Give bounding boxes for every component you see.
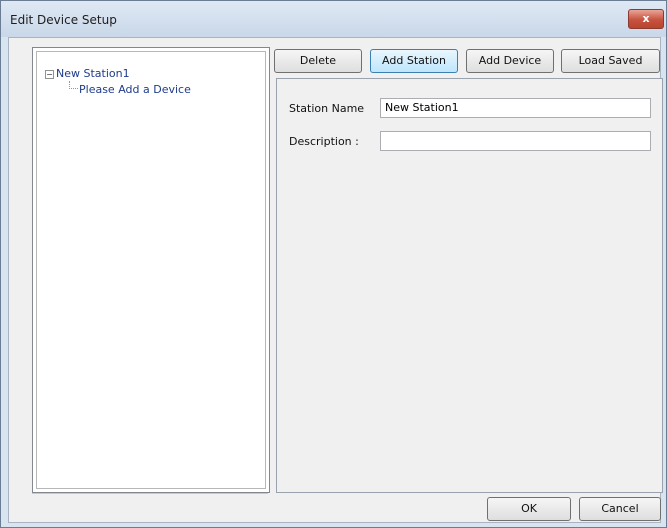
collapse-icon[interactable]: − <box>45 69 54 79</box>
panel-splitter <box>32 493 268 494</box>
cancel-button[interactable]: Cancel <box>579 497 661 521</box>
ok-button[interactable]: OK <box>487 497 571 521</box>
station-properties-panel: Station Name New Station1 Description : <box>276 78 663 493</box>
tree-node-station-label: New Station1 <box>56 67 130 80</box>
load-saved-device-button[interactable]: Load Saved Device <box>561 49 660 89</box>
close-icon[interactable]: x <box>628 9 664 29</box>
tree-node-device-placeholder[interactable]: Please Add a Device <box>79 83 191 96</box>
add-device-button[interactable]: Add Device <box>466 49 554 73</box>
device-tree[interactable]: − New Station1 Please Add a Device <box>32 47 270 493</box>
window-title: Edit Device Setup <box>10 13 117 27</box>
station-name-label: Station Name <box>289 102 365 115</box>
description-input[interactable] <box>380 131 651 151</box>
tree-connector-line <box>69 81 78 89</box>
station-name-input[interactable]: New Station1 <box>380 98 651 118</box>
dialog-client-area: − New Station1 Please Add a Device Delete… <box>8 37 663 523</box>
add-station-button[interactable]: Add Station <box>370 49 458 73</box>
tree-node-station[interactable]: − New Station1 <box>45 67 130 80</box>
edit-device-setup-dialog: Edit Device Setup x − New Station1 Please… <box>0 0 667 528</box>
tree-frame <box>36 51 266 489</box>
delete-button[interactable]: Delete <box>274 49 362 73</box>
title-bar[interactable]: Edit Device Setup x <box>1 1 666 37</box>
description-label: Description : <box>289 135 359 148</box>
